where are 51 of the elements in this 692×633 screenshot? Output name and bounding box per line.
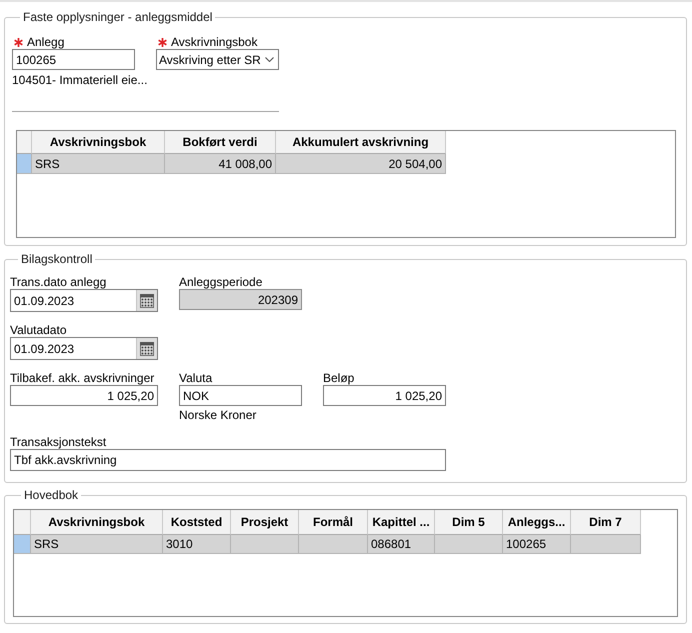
field-label: Beløp xyxy=(323,371,354,385)
field-label: Valutadato xyxy=(10,323,66,337)
table-cell: 100265 xyxy=(503,535,571,554)
column-header[interactable]: Koststed xyxy=(163,510,231,535)
column-header[interactable]: Dim 5 xyxy=(435,510,503,535)
table-cell xyxy=(435,535,503,554)
calendar-button[interactable] xyxy=(136,338,157,359)
column-header[interactable]: Dim 7 xyxy=(571,510,641,535)
table-cell xyxy=(299,535,368,554)
field-label: Avskrivningsbok xyxy=(171,35,258,49)
text-field[interactable]: NOK xyxy=(179,385,302,406)
date-field[interactable]: 01.09.2023 xyxy=(10,337,158,360)
dropdown[interactable]: Avskriving etter SR xyxy=(156,49,279,70)
table-cell: 41 008,00 xyxy=(165,154,276,174)
column-header[interactable]: Anleggs... xyxy=(503,510,571,535)
field-label: Trans.dato anlegg xyxy=(10,275,106,289)
column-header[interactable]: Avskrivningsbok xyxy=(31,510,163,535)
header-corner xyxy=(14,510,31,535)
table-cell xyxy=(231,535,299,554)
text-field[interactable]: Tbf akk.avskrivning xyxy=(10,449,446,471)
field-label: Valuta xyxy=(179,371,212,385)
field-label: Tilbakef. akk. avskrivninger xyxy=(10,371,154,385)
calendar-icon xyxy=(140,342,154,356)
table-cell: SRS xyxy=(31,535,163,554)
group-title: Bilagskontroll xyxy=(18,252,96,267)
chevron-down-icon xyxy=(265,57,274,62)
table-cell: SRS xyxy=(32,154,165,174)
table-cell: 3010 xyxy=(163,535,231,554)
calendar-icon xyxy=(140,294,154,308)
table-cell: 086801 xyxy=(368,535,435,554)
column-header[interactable]: Bokført verdi xyxy=(165,131,276,154)
text-field[interactable]: 100265 xyxy=(12,49,135,70)
group-title: Faste opplysninger - anleggsmiddel xyxy=(20,10,216,25)
number-field[interactable]: 1 025,20 xyxy=(10,385,158,406)
header-corner xyxy=(17,131,32,154)
number-field[interactable]: 1 025,20 xyxy=(323,385,446,406)
table-cell: 20 504,00 xyxy=(276,154,446,174)
column-header[interactable]: Avskrivningsbok xyxy=(32,131,165,154)
column-header[interactable]: Kapittel ... xyxy=(368,510,435,535)
field-note: Norske Kroner xyxy=(179,408,256,422)
calendar-button[interactable] xyxy=(136,290,157,311)
column-header[interactable]: Formål xyxy=(299,510,368,535)
field-label: Anlegg xyxy=(27,35,64,49)
date-field[interactable]: 01.09.2023 xyxy=(10,289,158,312)
table-cell xyxy=(571,535,641,554)
field-label: Anleggsperiode xyxy=(179,275,262,289)
column-header[interactable]: Akkumulert avskrivning xyxy=(276,131,446,154)
field-label: Transaksjonstekst xyxy=(10,435,106,449)
field-note: 104501- Immateriell eie... xyxy=(12,73,148,87)
readonly-field[interactable]: 202309 xyxy=(179,289,302,310)
column-header[interactable]: Prosjekt xyxy=(231,510,299,535)
